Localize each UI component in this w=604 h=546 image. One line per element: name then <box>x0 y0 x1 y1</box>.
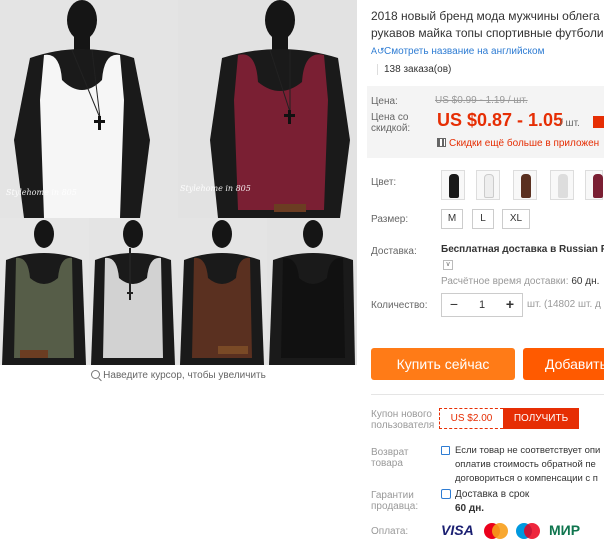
quantity-label: Количество: <box>371 300 428 311</box>
color-swatch-black[interactable] <box>441 170 465 200</box>
app-deal-text: Скидки ещё больше в приложен <box>449 138 600 149</box>
size-option-l[interactable]: L <box>472 209 494 229</box>
eta-label: Расчётное время доставки: <box>441 276 569 287</box>
discount-badge <box>593 116 604 128</box>
size-option-m[interactable]: M <box>441 209 463 229</box>
get-coupon-button[interactable]: ПОЛУЧИТЬ <box>503 408 579 429</box>
color-swatch-brown[interactable] <box>513 170 537 200</box>
coupon-value: US $2.00 <box>439 408 503 429</box>
guarantee-text-line: Доставка в срок <box>455 489 530 500</box>
divider <box>371 394 604 395</box>
app-deal-link[interactable]: Скидки ещё больше в приложен <box>437 138 599 149</box>
mannequin-brown-figure <box>178 218 267 365</box>
quantity-input[interactable]: 1 <box>466 294 498 316</box>
truck-icon <box>441 489 451 499</box>
mannequin-lightgray-figure <box>89 218 178 365</box>
tank-top-icon <box>558 174 568 198</box>
qr-code-icon <box>437 138 446 147</box>
product-image-brown[interactable] <box>178 218 267 365</box>
product-info-panel: 2018 новый бренд мода мужчины облега рук… <box>367 0 604 546</box>
returns-label-line: товара <box>371 458 403 469</box>
shipping-label: Доставка: <box>371 246 417 257</box>
tank-top-icon <box>521 174 531 198</box>
price-unit: / шт. <box>560 118 580 129</box>
returns-text-line: Если товар не соответствует опи <box>455 445 601 456</box>
coupon-label-line: Купон нового <box>371 409 432 420</box>
product-title-line: рукавов майка топы спортивные футболи <box>371 26 604 40</box>
guarantee-label-line: продавца: <box>371 501 419 512</box>
color-swatch-wine[interactable] <box>585 170 603 200</box>
product-image-black[interactable] <box>267 218 357 365</box>
maestro-logo <box>516 523 540 539</box>
returns-label-line: Возврат <box>371 447 409 458</box>
discount-label-line: Цена со <box>371 112 409 123</box>
mastercard-logo <box>484 523 508 539</box>
quantity-decrease-button[interactable]: − <box>442 294 466 316</box>
guarantee-text: Доставка в срок 60 дн. <box>455 488 529 516</box>
product-title: 2018 новый бренд мода мужчины облега рук… <box>371 8 604 42</box>
returns-text: Если товар не соответствует опи оплатив … <box>455 444 600 486</box>
quantity-stepper: − 1 + <box>441 293 523 317</box>
orders-count: 138 заказа(ов) <box>377 64 451 75</box>
coupon-label: Купон нового пользователя <box>371 409 434 431</box>
tank-top-icon <box>449 174 459 198</box>
watermark: Stylehome in 805 <box>6 188 77 197</box>
mannequin-black-figure <box>267 218 357 365</box>
buy-now-button[interactable]: Купить сейчас <box>371 348 515 380</box>
color-swatch-white[interactable] <box>476 170 500 200</box>
chevron-down-icon[interactable]: ∨ <box>443 260 453 270</box>
guarantee-text-line: 60 дн. <box>455 503 485 514</box>
zoom-hint: Наведите курсор, чтобы увеличить <box>0 370 357 381</box>
quantity-increase-button[interactable]: + <box>498 294 522 316</box>
product-gallery: Stylehome in 805 Stylehome in 805 <box>0 0 357 365</box>
tank-top-icon <box>593 174 603 198</box>
size-label: Размер: <box>371 214 409 225</box>
visa-logo: VISA <box>441 522 474 538</box>
size-option-xl[interactable]: XL <box>502 209 530 229</box>
delivery-estimate: Расчётное время доставки: 60 дн. <box>441 276 599 287</box>
product-image-lightgray[interactable] <box>89 218 178 365</box>
translate-icon: A↺ <box>371 46 385 56</box>
guarantee-label-line: Гарантии <box>371 490 414 501</box>
guarantee-label: Гарантии продавца: <box>371 490 418 512</box>
zoom-hint-text: Наведите курсор, чтобы увеличить <box>103 370 266 381</box>
coupon-label-line: пользователя <box>371 420 435 431</box>
price-label: Цена: <box>371 96 398 107</box>
returns-text-line: договориться о компенсации с п <box>455 473 598 484</box>
translate-title-link[interactable]: A↺Смотреть название на английском <box>371 46 544 57</box>
mannequin-olive-figure <box>0 218 89 365</box>
color-swatch-gray-white[interactable] <box>550 170 574 200</box>
color-label: Цвет: <box>371 177 397 188</box>
product-image-wine[interactable]: Stylehome in 805 <box>178 0 357 218</box>
tank-top-icon <box>484 174 494 198</box>
stock-count: шт. (14802 шт. д <box>527 299 601 310</box>
product-title-line: 2018 новый бренд мода мужчины облега <box>371 9 600 23</box>
mir-logo: МИР <box>549 522 581 538</box>
discount-price: US $0.87 - 1.05 <box>437 110 564 130</box>
add-to-cart-button[interactable]: Добавить <box>523 348 604 380</box>
shipping-value: Бесплатная доставка в Russian Fe <box>441 244 604 255</box>
eta-value: 60 дн. <box>571 276 600 287</box>
returns-text-line: оплатив стоимость обратной пе <box>455 459 596 470</box>
return-policy-icon <box>441 446 450 455</box>
product-image-olive[interactable] <box>0 218 89 365</box>
old-price: US $0.99 - 1.19 / шт. <box>435 95 528 106</box>
watermark: Stylehome in 805 <box>180 184 251 193</box>
magnifier-icon <box>91 370 101 379</box>
price-box: Цена: US $0.99 - 1.19 / шт. Цена со скид… <box>367 86 604 158</box>
translate-link-text: Смотреть название на английском <box>384 46 545 57</box>
returns-label: Возврат товара <box>371 447 409 469</box>
discount-label-line: скидкой: <box>371 123 411 134</box>
payment-label: Оплата: <box>371 526 409 537</box>
discount-price-label: Цена со скидкой: <box>371 112 410 134</box>
product-image-white[interactable]: Stylehome in 805 <box>0 0 178 218</box>
mannequin-white-figure <box>0 0 178 218</box>
